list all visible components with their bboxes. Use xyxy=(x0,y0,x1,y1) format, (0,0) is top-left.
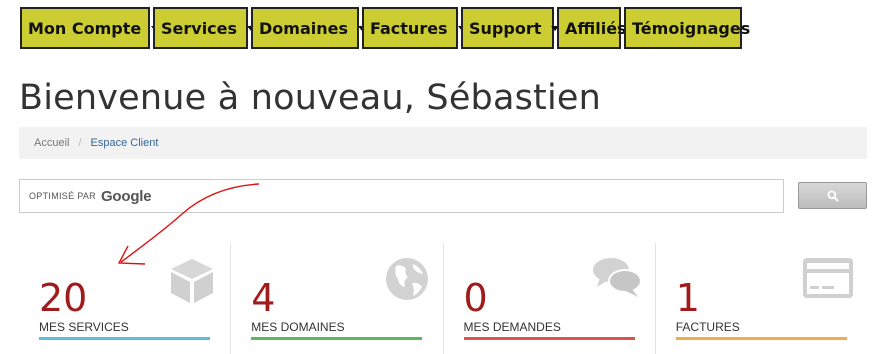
nav-label: Témoignages xyxy=(632,18,751,38)
nav-temoignages[interactable]: Témoignages xyxy=(624,7,750,49)
domaines-count: 4 xyxy=(251,276,276,320)
services-label: MES SERVICES xyxy=(39,320,129,334)
nav-label: Support xyxy=(469,18,542,38)
breadcrumb-separator: / xyxy=(78,137,82,149)
nav-label: Factures xyxy=(370,18,448,38)
search-input[interactable]: OPTIMISÉ PAR Google xyxy=(19,179,784,213)
nav-label: Services xyxy=(161,18,238,38)
chat-bubbles-icon xyxy=(592,258,642,297)
google-brand: Google xyxy=(100,187,152,205)
cube-icon xyxy=(171,259,214,303)
breadcrumb-current[interactable]: Espace Client xyxy=(91,137,159,149)
tile-services[interactable]: 20 MES SERVICES xyxy=(19,243,230,354)
demandes-count: 0 xyxy=(463,276,488,320)
breadcrumb-home[interactable]: Accueil xyxy=(34,137,69,149)
demandes-label: MES DEMANDES xyxy=(463,320,561,334)
nav-support[interactable]: Support xyxy=(461,7,560,49)
credit-card-icon xyxy=(803,258,853,298)
factures-label: FACTURES xyxy=(675,320,740,334)
tile-accent-bar xyxy=(675,337,847,340)
stats-tiles: 20 MES SERVICES 4 MES DOMAINES 0 MES DEM… xyxy=(19,243,867,354)
tile-accent-bar xyxy=(251,337,423,340)
nav-services[interactable]: Services xyxy=(153,7,256,49)
nav-mon-compte[interactable]: Mon Compte xyxy=(20,7,160,49)
search-icon xyxy=(827,190,839,202)
services-count: 20 xyxy=(39,276,88,320)
tile-domaines[interactable]: 4 MES DOMAINES xyxy=(230,243,442,354)
search-button[interactable] xyxy=(798,182,867,209)
nav-domaines[interactable]: Domaines xyxy=(251,7,366,49)
domaines-label: MES DOMAINES xyxy=(251,320,345,334)
nav-label: Domaines xyxy=(259,18,348,38)
main-nav: Mon Compte Services Domaines Factures Su… xyxy=(20,7,750,49)
page-title: Bienvenue à nouveau, Sébastien xyxy=(19,78,602,118)
globe-icon xyxy=(385,258,428,300)
nav-affilies[interactable]: Affiliés xyxy=(557,7,627,49)
breadcrumb: Accueil / Espace Client xyxy=(19,127,867,159)
nav-label: Affiliés xyxy=(565,18,627,38)
nav-label: Mon Compte xyxy=(28,18,142,38)
factures-count: 1 xyxy=(675,276,700,320)
nav-factures[interactable]: Factures xyxy=(362,7,466,49)
tile-demandes[interactable]: 0 MES DEMANDES xyxy=(442,243,655,354)
tile-factures[interactable]: 1 FACTURES xyxy=(654,243,867,354)
tile-accent-bar xyxy=(39,337,210,340)
powered-by-label: OPTIMISÉ PAR xyxy=(29,191,96,201)
tile-accent-bar xyxy=(463,337,635,340)
